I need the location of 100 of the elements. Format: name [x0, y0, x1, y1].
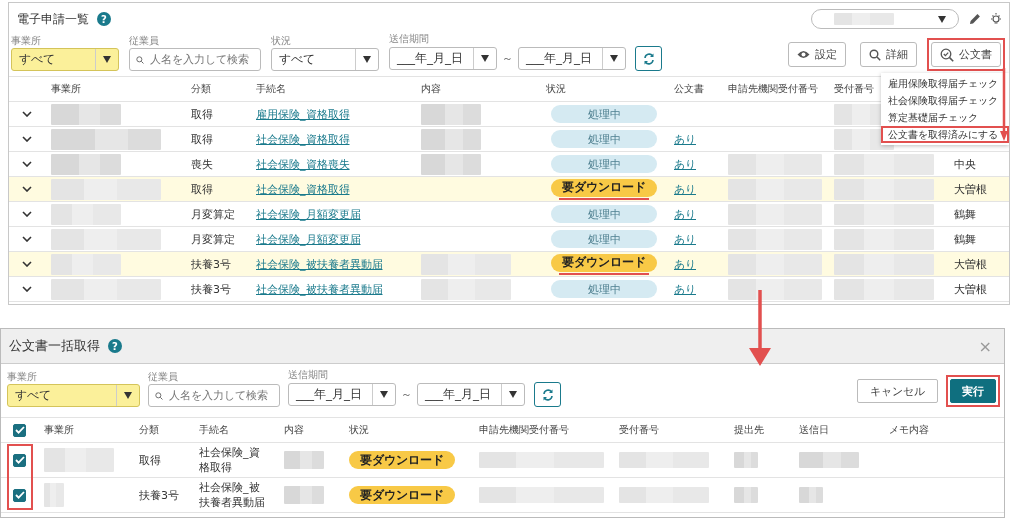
procedure-link[interactable]: 社会保険_資格取得 — [256, 181, 350, 197]
redacted-block — [51, 253, 121, 275]
refresh-icon — [540, 387, 555, 402]
dropdown[interactable]: すべて — [7, 384, 140, 407]
chevron-down-icon[interactable] — [22, 111, 32, 117]
status-badge: 処理中 — [551, 155, 657, 173]
chevron-down-icon[interactable] — [22, 261, 32, 267]
lightbulb-icon[interactable] — [991, 12, 1001, 26]
search-icon — [136, 53, 144, 66]
column-header: 内容 — [284, 423, 304, 437]
column-header: 送信日 — [799, 423, 829, 437]
column-header: 手続名 — [199, 423, 229, 437]
chevron-down-icon[interactable] — [22, 161, 32, 167]
column-header: 分類 — [191, 82, 211, 96]
table-cell: 扶養3号 — [191, 256, 231, 272]
toolbar-button[interactable]: 公文書 — [931, 42, 1001, 67]
search-icon — [155, 389, 163, 402]
help-icon[interactable]: ? — [97, 12, 111, 26]
refresh-button[interactable] — [635, 46, 662, 71]
table-cell: 大曽根 — [954, 181, 987, 197]
chevron-down-icon[interactable] — [22, 236, 32, 242]
redacted-block — [421, 103, 481, 125]
procedure-link[interactable]: 社会保険_被扶養者異動届 — [256, 256, 383, 272]
dropdown[interactable]: すべて — [11, 48, 119, 71]
table-cell: 取得 — [139, 452, 161, 468]
table-cell: 鶴舞 — [954, 206, 976, 222]
redacted-block — [421, 153, 481, 175]
caret-icon — [363, 56, 371, 63]
dropdown[interactable]: すべて — [271, 48, 379, 71]
filter-label: 事業所 — [11, 35, 42, 46]
caret-icon — [938, 15, 946, 23]
date-field[interactable]: ___年_月_日 — [288, 383, 396, 406]
checkbox[interactable] — [13, 488, 26, 502]
document-link[interactable]: あり — [674, 131, 696, 147]
toolbar-button[interactable]: 詳細 — [860, 42, 917, 67]
column-header: 受付番号 — [619, 423, 659, 437]
procedure-link[interactable]: 社会保険_月額変更届 — [256, 231, 361, 247]
cancel-button[interactable]: キャンセル — [857, 379, 938, 403]
execute-button[interactable]: 実行 — [950, 379, 996, 403]
refresh-button[interactable] — [534, 382, 561, 407]
menu-item[interactable]: 算定基礎届チェック — [881, 109, 1009, 126]
column-header: 申請先機関受付番号 — [728, 82, 818, 96]
caret-icon — [124, 392, 132, 399]
toolbar-button[interactable]: 設定 — [788, 42, 846, 67]
status-badge: 処理中 — [551, 130, 657, 148]
procedure-link[interactable]: 社会保険_資格喪失 — [256, 156, 350, 172]
document-link[interactable]: あり — [674, 281, 696, 297]
refresh-icon — [641, 51, 656, 66]
search-check-icon — [940, 47, 954, 62]
status-badge: 要ダウンロード — [349, 451, 455, 469]
redacted-block — [284, 486, 324, 504]
search-field[interactable]: 人名を入力して検索 — [148, 384, 280, 407]
filter-label: 送信期間 — [288, 369, 329, 380]
column-header: 事業所 — [44, 423, 74, 437]
redacted-block — [44, 483, 64, 507]
checkbox[interactable] — [13, 453, 26, 467]
chevron-down-icon[interactable] — [22, 286, 32, 292]
procedure-link[interactable]: 雇用保険_資格取得 — [256, 106, 350, 122]
table-cell: 月変算定 — [191, 206, 235, 222]
menu-item[interactable]: 雇用保険取得届チェック — [881, 75, 1009, 92]
redacted-block — [834, 13, 894, 25]
redacted-block — [51, 203, 121, 225]
search-field[interactable]: 人名を入力して検索 — [129, 48, 261, 71]
help-icon[interactable]: ? — [108, 339, 122, 353]
caret-icon — [380, 391, 388, 398]
document-link[interactable]: あり — [674, 256, 696, 272]
redacted-block — [799, 487, 823, 503]
column-header: 受付番号 — [834, 82, 874, 96]
procedure-link[interactable]: 社会保険_月額変更届 — [256, 206, 361, 222]
column-header: 状況 — [546, 82, 566, 96]
status-badge: 処理中 — [551, 205, 657, 223]
caret-icon — [481, 55, 489, 62]
caret-icon — [509, 391, 517, 398]
filter-label: 状況 — [271, 35, 292, 46]
checkbox[interactable] — [13, 423, 26, 437]
status-badge: 要ダウンロード — [551, 253, 657, 272]
document-link[interactable]: あり — [674, 206, 696, 222]
chevron-down-icon[interactable] — [22, 186, 32, 192]
menu-item[interactable]: 公文書を取得済みにする — [881, 126, 1009, 143]
pencil-icon[interactable] — [969, 13, 981, 25]
procedure-link[interactable]: 社会保険_被扶養者異動届 — [256, 281, 383, 297]
date-field[interactable]: ___年_月_日 — [417, 383, 525, 406]
menu-item[interactable]: 社会保険取得届チェック — [881, 92, 1009, 109]
redacted-block — [734, 452, 758, 468]
redacted-block — [421, 128, 481, 150]
chevron-down-icon[interactable] — [22, 136, 32, 142]
procedure-link[interactable]: 社会保険_資格取得 — [256, 131, 350, 147]
document-link[interactable]: あり — [674, 181, 696, 197]
caret-icon — [103, 56, 111, 63]
date-field[interactable]: ___年_月_日 — [518, 47, 626, 70]
column-header: 公文書 — [674, 82, 704, 96]
column-header: 申請先機関受付番号 — [479, 423, 569, 437]
document-link[interactable]: あり — [674, 156, 696, 172]
status-badge: 処理中 — [551, 105, 657, 123]
chevron-down-icon[interactable] — [22, 211, 32, 217]
table-cell: 大曽根 — [954, 281, 987, 297]
caret-icon — [610, 55, 618, 62]
document-link[interactable]: あり — [674, 231, 696, 247]
date-field[interactable]: ___年_月_日 — [389, 47, 497, 70]
filter-label: 事業所 — [7, 371, 38, 382]
